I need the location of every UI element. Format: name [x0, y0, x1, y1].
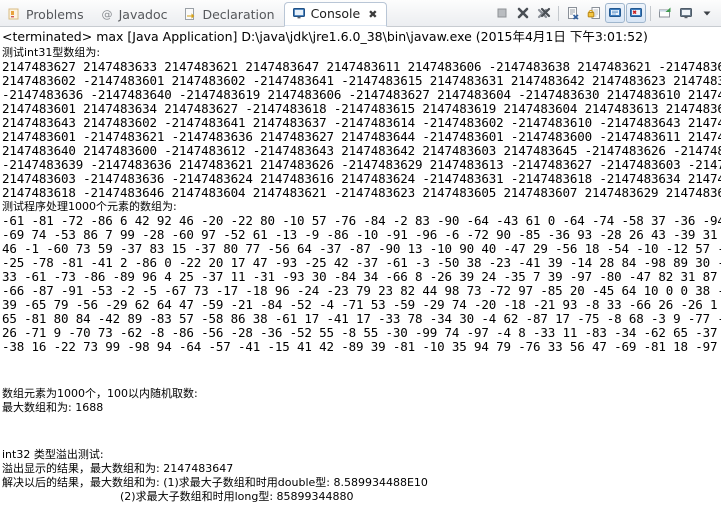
- show-console-on-error-button[interactable]: [626, 3, 646, 23]
- output-line: -25 -78 -81 -41 2 -86 0 -22 20 17 47 -93…: [2, 256, 721, 270]
- output-line: 33 -61 -73 -86 -89 96 4 25 -37 11 -31 -9…: [2, 270, 721, 284]
- output-line: -69 74 -53 86 7 99 -28 -60 97 -52 61 -13…: [2, 228, 721, 242]
- summary-max-sum: 最大数组和为: 1688: [2, 401, 104, 414]
- output-line: -2147483639 -2147483636 2147483621 21474…: [2, 158, 721, 172]
- overflow-result-line: 溢出显示的结果，最大数组和为: 2147483647: [2, 462, 234, 475]
- section-title-int31: 测试int31型数组为:: [2, 46, 101, 59]
- output-line: 46 -1 -60 73 59 -37 83 15 -37 80 77 -56 …: [2, 242, 721, 256]
- declaration-icon: [183, 7, 197, 24]
- overflow-fix-line-double: 解决以后的结果，最大数组和为: (1)求最大子数组和时用double型: 8.5…: [2, 476, 428, 489]
- output-line: -2147483636 -2147483640 -2147483619 2147…: [2, 88, 721, 102]
- tab-problems[interactable]: Problems: [0, 4, 93, 26]
- output-line: 2147483603 -2147483636 -2147483624 21474…: [2, 172, 721, 186]
- output-line: -61 -81 -72 -86 6 42 92 46 -20 -22 80 -1…: [2, 214, 721, 228]
- launch-header-line: <terminated> max [Java Application] D:\j…: [2, 29, 648, 44]
- remove-launch-button[interactable]: [513, 3, 533, 23]
- tab-problems-label: Problems: [26, 6, 84, 22]
- console-output-area[interactable]: <terminated> max [Java Application] D:\j…: [0, 27, 721, 505]
- output-line: -38 16 -22 73 99 -98 94 -64 -57 -41 -15 …: [2, 340, 721, 354]
- tab-console[interactable]: Console ✖: [283, 2, 388, 27]
- toolbar-separator-2: [650, 5, 651, 21]
- display-selected-console-button[interactable]: [676, 3, 696, 23]
- output-line: 39 -65 79 -56 -29 62 64 47 -59 -21 -84 -…: [2, 298, 721, 312]
- output-line: 26 -71 9 -70 73 -62 -8 -86 -56 -28 -36 -…: [2, 326, 721, 340]
- pin-console-button[interactable]: [655, 3, 675, 23]
- toolbar-separator: [558, 5, 559, 21]
- tab-declaration-label: Declaration: [202, 6, 275, 22]
- section-title-1000-elements: 测试程序处理1000个元素的数组为:: [2, 200, 177, 213]
- scroll-lock-button[interactable]: [584, 3, 604, 23]
- output-line: 2147483601 -2147483621 -2147483636 21474…: [2, 130, 721, 144]
- terminate-button[interactable]: [492, 3, 512, 23]
- problems-icon: [7, 7, 21, 24]
- summary-random-elements: 数组元素为1000个，100以内随机取数:: [2, 387, 198, 400]
- output-line: 2147483618 -2147483646 2147483604 214748…: [2, 186, 721, 200]
- output-line: 2147483627 2147483633 2147483621 2147483…: [2, 60, 721, 74]
- overflow-fix-line-long: (2)求最大子数组和时用long型: 85899344880: [120, 490, 354, 503]
- remove-all-terminated-button[interactable]: [534, 3, 554, 23]
- console-icon: [292, 6, 306, 23]
- overflow-section-title: int32 类型溢出测试:: [2, 448, 104, 461]
- view-tab-bar: Problems @ Javadoc Declaration Console ✖: [0, 0, 721, 27]
- tab-declaration[interactable]: Declaration: [176, 4, 283, 26]
- show-console-on-output-button[interactable]: [605, 3, 625, 23]
- output-line: 2147483640 2147483600 -2147483612 -21474…: [2, 144, 721, 158]
- output-line: -66 -87 -91 -53 -2 -5 -67 73 -17 -18 96 …: [2, 284, 721, 298]
- tab-javadoc-label: Javadoc: [118, 6, 168, 22]
- console-toolbar: [492, 0, 721, 26]
- output-line: 2147483643 2147483602 -2147483641 214748…: [2, 116, 721, 130]
- tab-javadoc[interactable]: @ Javadoc: [93, 4, 177, 26]
- output-line: 2147483601 2147483634 2147483627 -214748…: [2, 102, 721, 116]
- tab-strip: Problems @ Javadoc Declaration Console ✖: [0, 0, 388, 27]
- close-icon[interactable]: ✖: [368, 9, 377, 20]
- svg-text:@: @: [101, 8, 112, 21]
- javadoc-icon: @: [100, 7, 114, 24]
- clear-console-button[interactable]: [563, 3, 583, 23]
- open-console-dropdown-button[interactable]: [697, 3, 717, 23]
- output-line: 2147483602 -2147483601 2147483602 -21474…: [2, 74, 721, 88]
- output-line: 65 -81 80 84 -42 89 -83 57 -58 86 38 -61…: [2, 312, 721, 326]
- tab-console-label: Console: [310, 6, 361, 22]
